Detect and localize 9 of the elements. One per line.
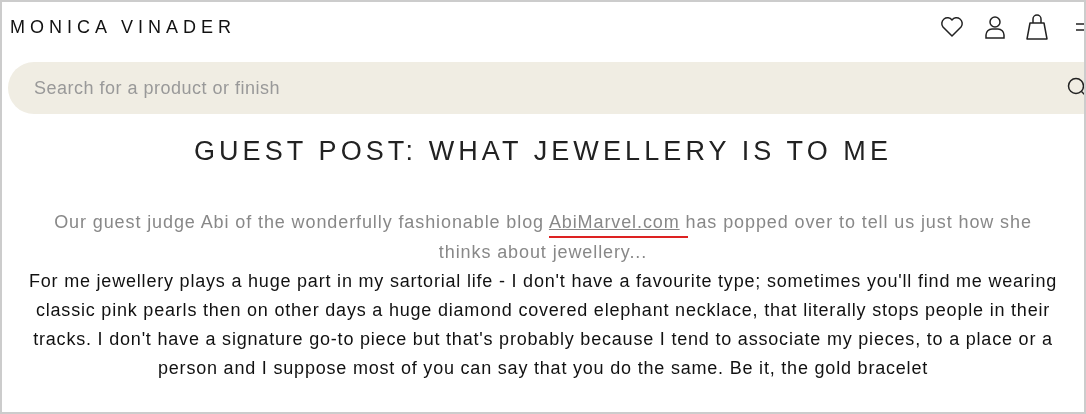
article-title: GUEST POST: WHAT JEWELLERY IS TO ME [192,136,894,167]
body-paragraph: For me jewellery plays a huge part in my sartorial life - I don't have a favourite type; sometimes you'll find me wearing classic pink pearls then on other days a huge diamond covered elephant necklace, that literally stops people in their tracks. I don't have a signature go-to piece but that's probably because I tend to associate my pieces, to a place or a person and I suppose most of you can say that you do the same. Be it, the gold bracelet [27,270,1059,380]
intro-paragraph: Our guest judge Abi of the wonderfully fashionable blog AbiMarvel.com has popped over to tell us just how she thinks about jewellery... [53,211,1033,264]
user-icon[interactable] [984,15,1006,39]
blog-link[interactable]: AbiMarvel.com [548,212,680,232]
heart-icon[interactable] [940,16,964,38]
brand-logo[interactable]: MONICA VINADER [10,16,237,38]
search-field[interactable]: Search for a product or finish [8,62,1084,114]
shopping-bag-icon[interactable] [1026,14,1048,40]
